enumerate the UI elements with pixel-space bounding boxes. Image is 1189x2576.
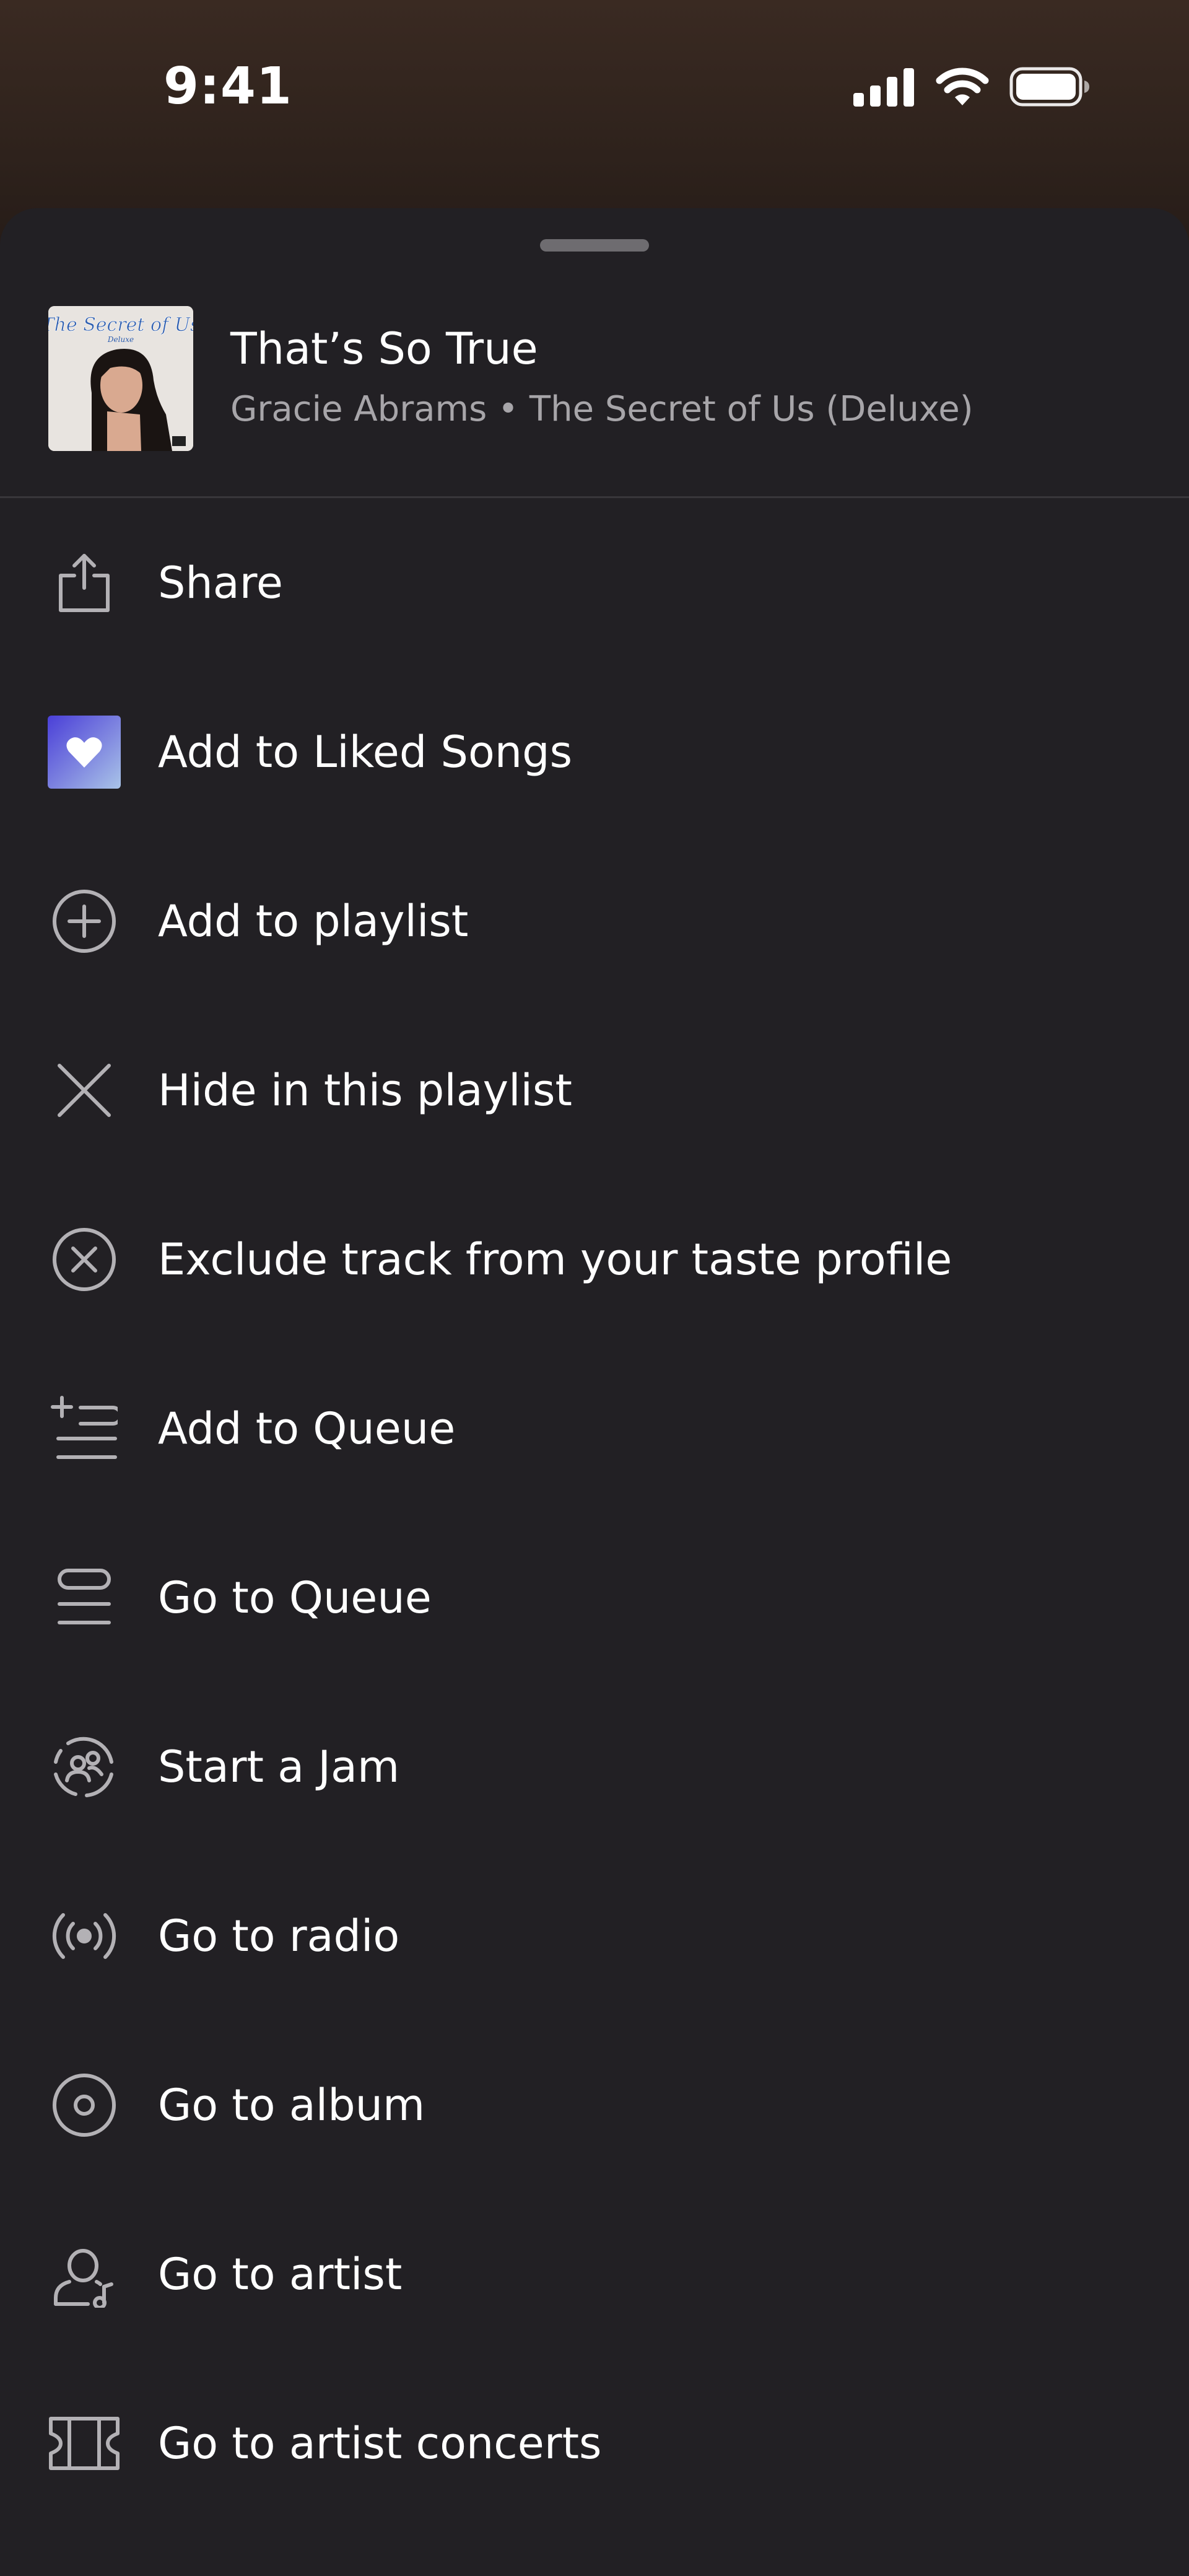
menu-item-go-to-radio[interactable]: Go to radio (0, 1851, 1189, 2020)
menu-item-label: Go to artist concerts (158, 2417, 602, 2469)
menu-item-label: Exclude track from your taste profile (158, 1233, 952, 1285)
artist-icon (47, 2237, 121, 2311)
track-title: That’s So True (230, 323, 538, 374)
queue-icon (47, 1561, 121, 1635)
context-menu-sheet: The Secret of Us Deluxe That’s So True G… (0, 208, 1189, 2576)
wifi-icon (935, 67, 990, 107)
menu-item-add-to-liked-songs[interactable]: Add to Liked Songs (0, 667, 1189, 836)
menu-item-label: Add to Liked Songs (158, 726, 573, 778)
x-circle-icon (47, 1222, 121, 1297)
menu-item-share[interactable]: Share (0, 498, 1189, 667)
menu-item-label: Start a Jam (158, 1741, 400, 1792)
menu-item-exclude-from-taste-profile[interactable]: Exclude track from your taste profile (0, 1175, 1189, 1344)
menu-item-label: Go to Queue (158, 1572, 432, 1623)
liked-songs-icon (47, 715, 121, 789)
track-artist-album: Gracie Abrams • The Secret of Us (Deluxe… (230, 389, 973, 429)
jam-icon (47, 1730, 121, 1804)
menu-item-add-to-queue[interactable]: Add to Queue (0, 1344, 1189, 1513)
menu-item-hide-in-playlist[interactable]: Hide in this playlist (0, 1005, 1189, 1175)
menu-item-label: Share (158, 557, 284, 608)
x-icon (47, 1053, 121, 1128)
menu-item-label: Go to album (158, 2079, 425, 2131)
track-header: The Secret of Us Deluxe That’s So True G… (0, 208, 1189, 498)
menu-item-go-to-artist-concerts[interactable]: Go to artist concerts (0, 2359, 1189, 2528)
add-to-queue-icon (47, 1391, 121, 1466)
album-art-subtitle: Deluxe (107, 335, 134, 344)
menu-item-label: Hide in this playlist (158, 1064, 572, 1116)
album-icon (47, 2068, 121, 2142)
ticket-icon (47, 2406, 121, 2481)
album-art: The Secret of Us Deluxe (48, 306, 193, 451)
menu-item-go-to-album[interactable]: Go to album (0, 2020, 1189, 2189)
menu-item-label: Add to Queue (158, 1403, 456, 1454)
menu-item-label: Add to playlist (158, 895, 469, 947)
menu-item-label: Go to radio (158, 1910, 400, 1961)
plus-circle-icon (47, 884, 121, 958)
cellular-signal-icon (853, 67, 915, 107)
menu-item-label: Go to artist (158, 2248, 403, 2300)
battery-icon (1009, 67, 1090, 107)
menu-item-add-to-playlist[interactable]: Add to playlist (0, 836, 1189, 1005)
menu-item-go-to-artist[interactable]: Go to artist (0, 2189, 1189, 2359)
status-icons (853, 64, 1090, 109)
radio-icon (47, 1899, 121, 1973)
share-icon (47, 546, 121, 620)
menu-item-start-a-jam[interactable]: Start a Jam (0, 1682, 1189, 1851)
menu-item-go-to-queue[interactable]: Go to Queue (0, 1513, 1189, 1682)
status-time: 9:41 (163, 57, 292, 116)
context-menu: Share Add to Liked Songs Add to playlist… (0, 498, 1189, 2528)
album-art-title: The Secret of Us (48, 314, 193, 336)
status-bar: 9:41 (0, 0, 1189, 173)
